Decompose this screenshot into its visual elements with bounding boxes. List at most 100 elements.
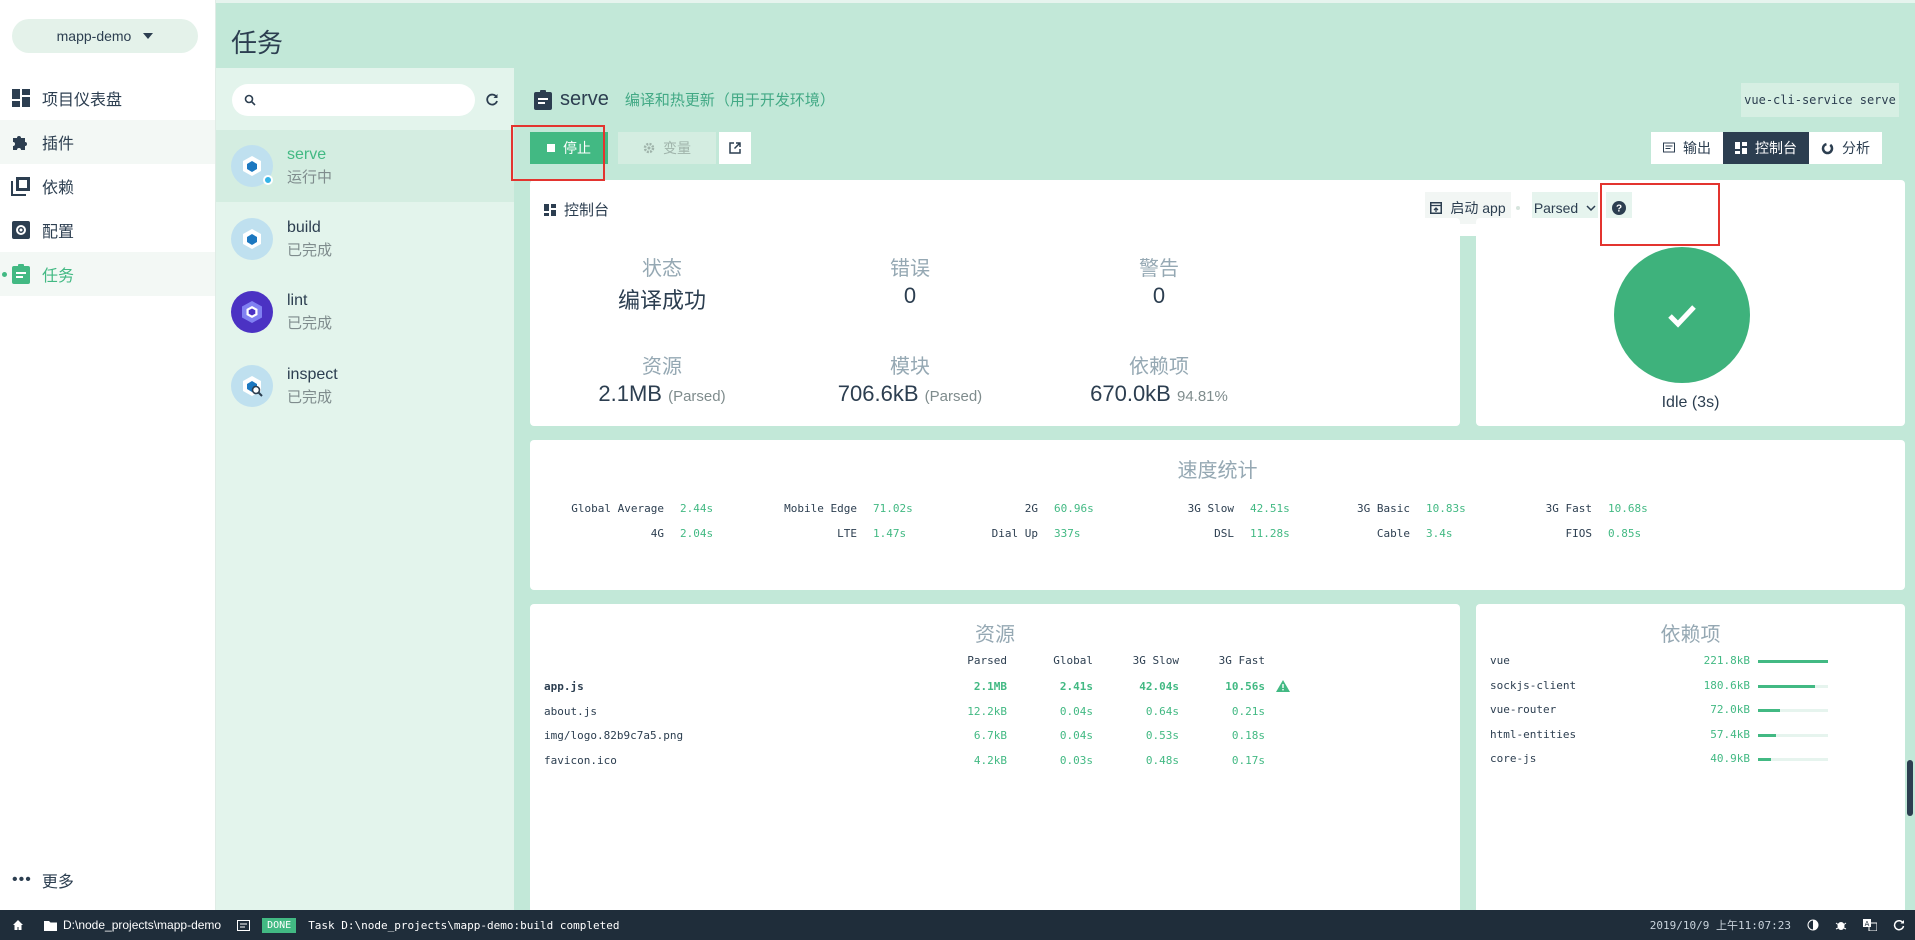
speed-stat-label: LTE	[837, 527, 857, 540]
tab-dashboard[interactable]: 控制台	[1723, 132, 1809, 164]
task-search-input[interactable]	[232, 84, 475, 116]
dependency-row: vue-router 72.0kB	[1490, 703, 1890, 719]
project-selector[interactable]: mapp-demo	[12, 19, 198, 53]
log-button[interactable]: DONE Task D:\node_projects\mapp-demo:bui…	[237, 917, 620, 933]
dependency-row: core-js 40.9kB	[1490, 752, 1890, 768]
tab-output-label: 输出	[1683, 140, 1711, 156]
view-switcher: 输出 控制台 分析	[1651, 132, 1882, 164]
tab-dashboard-label: 控制台	[1755, 140, 1797, 156]
more-button[interactable]: ••• 更多	[12, 868, 74, 892]
nav-item-config[interactable]: 配置	[0, 208, 215, 252]
webpack-icon	[231, 218, 273, 260]
speed-stat-value: 0.85s	[1608, 527, 1642, 540]
dependency-bar-fill	[1758, 684, 1815, 688]
speed-stat: DSL 11.28s	[1110, 527, 1290, 540]
open-app-label: 启动 app	[1450, 200, 1506, 216]
table-row: about.js 12.2kB 0.04s 0.64s 0.21s	[544, 705, 1434, 721]
page-header: 任务	[216, 0, 1915, 68]
donut-chart-icon	[1821, 142, 1834, 154]
refresh-button[interactable]	[476, 84, 508, 116]
asset-cell: 0.21s	[1231, 704, 1265, 718]
stat-dependencies: 依赖项 670.0kB 94.81%	[1009, 350, 1309, 407]
deps-note: 94.81%	[1176, 388, 1228, 405]
dependency-size: 57.4kB	[1710, 727, 1750, 741]
nav-label: 依赖	[42, 180, 75, 197]
stat-value: 670.0kB 94.81%	[1009, 381, 1309, 407]
bug-icon[interactable]	[1835, 919, 1847, 931]
puzzle-icon	[10, 131, 32, 153]
project-path[interactable]: D:\node_projects\mapp-demo	[44, 918, 221, 932]
scrollbar-thumb[interactable]	[1907, 760, 1913, 816]
dashboard-title-label: 控制台	[564, 202, 610, 219]
gear-icon	[643, 142, 655, 154]
status-bar: D:\node_projects\mapp-demo DONE Task D:\…	[0, 910, 1915, 940]
open-external-button[interactable]	[719, 132, 751, 164]
speed-stat-value: 60.96s	[1054, 502, 1094, 515]
home-button[interactable]	[12, 919, 24, 931]
translate-icon[interactable]: A	[1863, 919, 1877, 931]
speed-stat-value: 10.68s	[1608, 502, 1648, 515]
asset-name: img/logo.82b9c7a5.png	[544, 729, 684, 742]
success-check-icon	[1614, 247, 1750, 383]
task-title: serve 编译和热更新（用于开发环境）	[534, 88, 835, 111]
dependency-name: vue	[1490, 654, 1510, 667]
nav-label: 配置	[42, 224, 75, 241]
speed-stat-label: Cable	[1376, 527, 1410, 540]
left-nav: mapp-demo 项目仪表盘 插件 依赖 配置 任务 ••• 更多	[0, 0, 216, 910]
nav-item-plugins[interactable]: 插件	[0, 120, 215, 164]
variables-button[interactable]: 变量	[618, 132, 716, 164]
tab-output[interactable]: 输出	[1651, 132, 1723, 164]
page-title: 任务	[231, 28, 284, 58]
dependency-size: 221.8kB	[1703, 654, 1750, 667]
warning-icon	[1276, 680, 1290, 692]
vertical-scrollbar[interactable]	[1905, 110, 1915, 910]
speed-stat: Global Average 2.44s	[540, 502, 713, 515]
dependency-row: sockjs-client 180.6kB	[1490, 679, 1890, 695]
svg-text:A: A	[1865, 921, 1870, 928]
task-item-serve[interactable]: serve 运行中	[216, 130, 514, 202]
idle-label: Idle (3s)	[1661, 394, 1720, 411]
nav-item-dependencies[interactable]: 依赖	[0, 164, 215, 208]
assets-header-row: Parsed Global 3G Slow 3G Fast	[544, 654, 1434, 670]
status-right: 2019/10/9 上午11:07:23 A	[1650, 910, 1905, 940]
nav-item-tasks[interactable]: 任务	[0, 252, 215, 296]
nav-item-dashboard[interactable]: 项目仪表盘	[0, 76, 215, 120]
more-dots-icon: •••	[12, 871, 32, 888]
asset-cell: 0.17s	[1231, 753, 1265, 767]
webpack-inspect-icon	[231, 365, 273, 407]
nav-label: 任务	[42, 268, 75, 285]
project-name: mapp-demo	[56, 28, 132, 44]
stat-value: 0	[1152, 283, 1166, 308]
dependency-bar	[1758, 758, 1828, 761]
task-command: vue-cli-service serve	[1741, 83, 1899, 117]
task-list: serve 运行中 build 已完成 lint 已完成 inspect 已完成	[216, 68, 514, 910]
column-header: Global	[1053, 654, 1093, 667]
dependency-size: 40.9kB	[1710, 752, 1750, 765]
speed-stat: Cable 3.4s	[1286, 527, 1453, 540]
open-app-icon	[1430, 202, 1443, 214]
assignment-icon	[534, 89, 552, 110]
speed-stat-value: 1.47s	[873, 527, 907, 540]
speed-stat: 3G Fast 10.68s	[1468, 502, 1648, 515]
nav-label: 项目仪表盘	[42, 92, 123, 109]
task-item-inspect[interactable]: inspect 已完成	[216, 350, 514, 422]
tab-analyzer[interactable]: 分析	[1809, 132, 1882, 164]
asset-cell: 0.53s	[1145, 729, 1179, 742]
task-status: 运行中	[287, 168, 333, 186]
highlight-open-app-button	[1600, 183, 1720, 246]
speed-stat: FIOS 0.85s	[1468, 527, 1642, 540]
task-item-lint[interactable]: lint 已完成	[216, 276, 514, 348]
task-description: 编译和热更新（用于开发环境）	[624, 92, 835, 109]
done-badge: DONE	[262, 917, 297, 933]
stat-label: 警告	[1139, 258, 1179, 280]
refresh-icon[interactable]	[1893, 919, 1905, 931]
variables-label: 变量	[663, 140, 691, 156]
log-message: Task D:\node_projects\mapp-demo:build co…	[308, 918, 620, 932]
dark-mode-icon[interactable]	[1807, 919, 1819, 931]
asset-cell: 42.04s	[1139, 680, 1179, 693]
build-status-card: Idle (3s)	[1476, 218, 1905, 426]
speed-stat-label: 2G	[1024, 502, 1038, 515]
task-item-build[interactable]: build 已完成	[216, 203, 514, 275]
nav-label: 插件	[42, 136, 75, 153]
asset-name: about.js	[544, 704, 597, 718]
